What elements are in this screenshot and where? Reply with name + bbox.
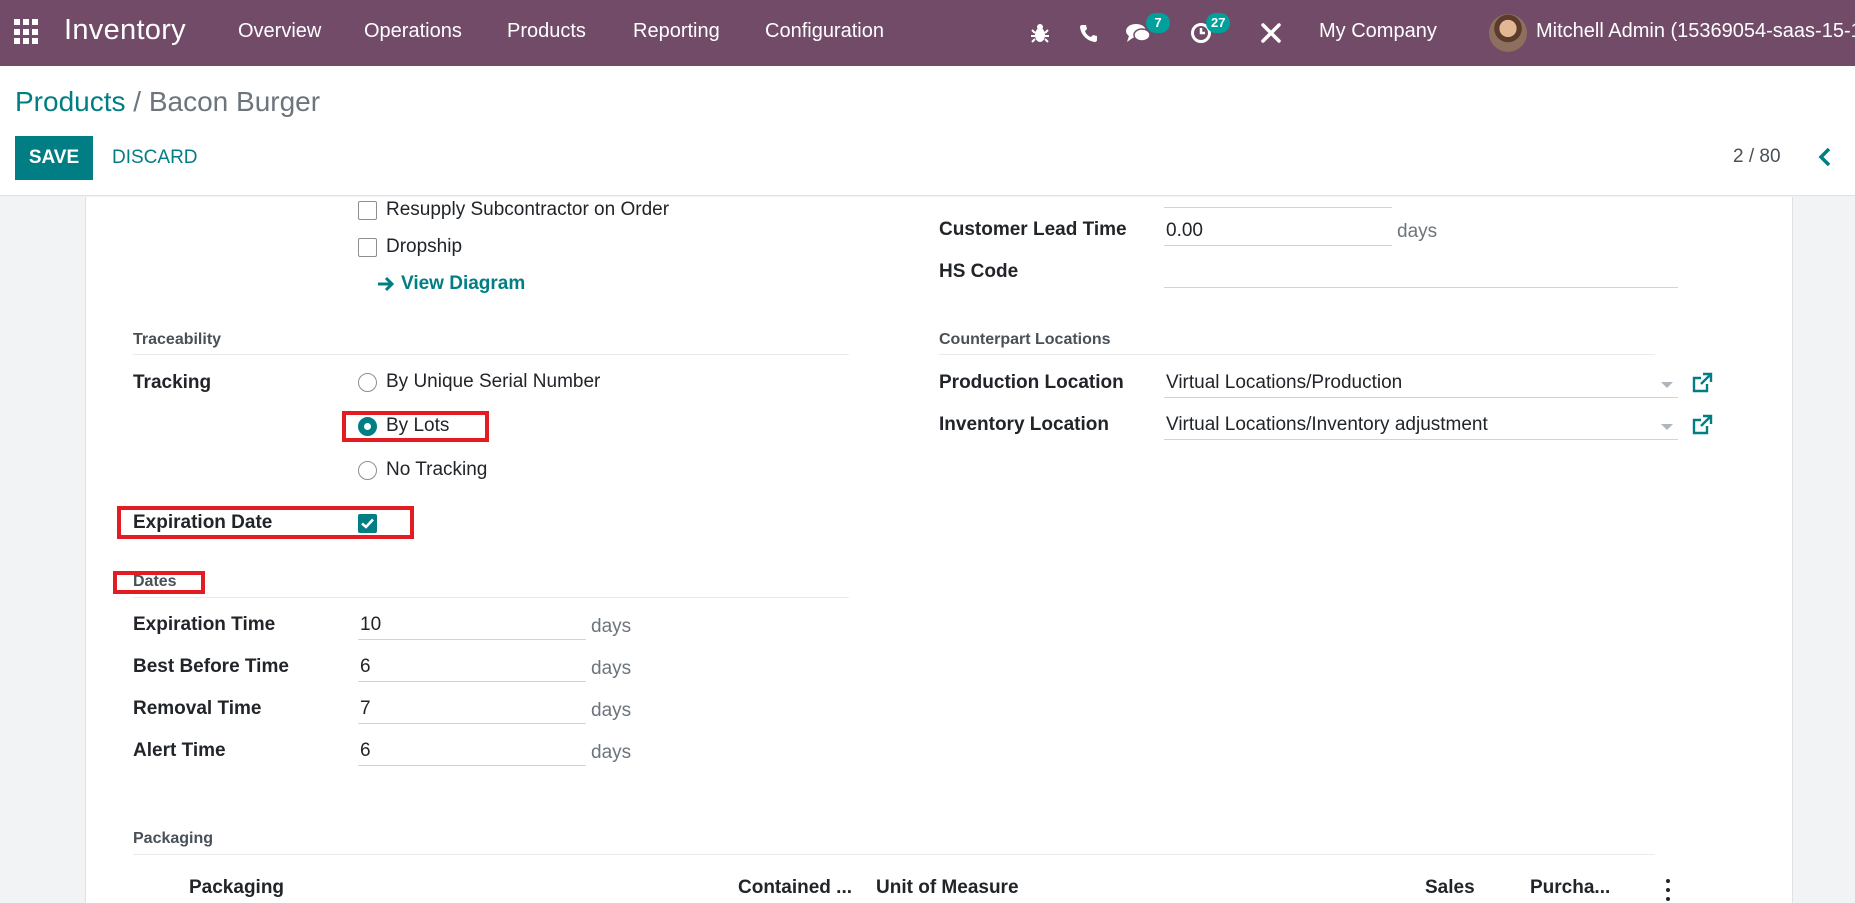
customer-lead-time-unit: days [1397, 221, 1438, 242]
contained-column-header[interactable]: Contained ... [738, 877, 852, 899]
menu-operations[interactable]: Operations [364, 20, 462, 43]
menu-overview[interactable]: Overview [238, 20, 321, 43]
alert-time-unit: days [591, 742, 632, 763]
inventory-dropdown-icon[interactable] [1661, 424, 1673, 430]
dropship-label[interactable]: Dropship [386, 236, 462, 258]
inventory-location-label: Inventory Location [939, 414, 1109, 435]
production-dropdown-icon[interactable] [1661, 382, 1673, 388]
save-button[interactable]: SAVE [15, 136, 93, 180]
menu-reporting[interactable]: Reporting [633, 20, 720, 43]
removal-time-input[interactable]: 7 [358, 690, 586, 724]
by-lots-highlight [342, 411, 489, 442]
messages-badge: 7 [1146, 13, 1170, 33]
expiration-time-input[interactable]: 10 [358, 606, 586, 640]
counterpart-locations-title: Counterpart Locations [939, 331, 1111, 348]
expiration-time-label: Expiration Time [133, 614, 276, 635]
tracking-label: Tracking [133, 372, 212, 393]
packaging-title: Packaging [133, 830, 214, 847]
breadcrumb-current: Bacon Burger [148, 86, 321, 117]
breadcrumb-separator: / [125, 86, 149, 117]
arrow-right-icon [378, 276, 395, 292]
control-panel: Products / Bacon Burger SAVE DISCARD 2 /… [0, 66, 1855, 196]
packaging-divider [133, 854, 1655, 855]
menu-configuration[interactable]: Configuration [765, 20, 884, 43]
discard-button[interactable]: DISCARD [112, 136, 198, 180]
inventory-external-link-icon[interactable] [1691, 414, 1713, 436]
tracking-serial-radio[interactable] [358, 373, 377, 392]
breadcrumb: Products / Bacon Burger [15, 86, 320, 118]
best-before-time-unit: days [591, 658, 632, 679]
expiration-date-highlight [117, 506, 414, 539]
tracking-serial-label[interactable]: By Unique Serial Number [386, 371, 600, 393]
alert-time-label: Alert Time [133, 740, 226, 761]
packaging-column-header[interactable]: Packaging [189, 877, 284, 899]
tracking-none-label[interactable]: No Tracking [386, 459, 487, 481]
production-external-link-icon[interactable] [1691, 372, 1713, 394]
view-diagram-link[interactable]: View Diagram [377, 273, 525, 295]
best-before-time-input[interactable]: 6 [358, 648, 586, 682]
removal-time-unit: days [591, 700, 632, 721]
sales-column-header[interactable]: Sales [1425, 877, 1475, 899]
dates-divider [133, 597, 849, 598]
resupply-subcontractor-checkbox[interactable] [358, 201, 377, 220]
partial-input-underline [1164, 207, 1392, 208]
dates-highlight [113, 571, 205, 594]
hs-code-input[interactable] [1164, 254, 1678, 288]
debug-bug-icon[interactable] [1027, 20, 1053, 46]
hs-code-label: HS Code [939, 261, 1019, 282]
tools-icon[interactable] [1258, 20, 1284, 46]
top-navbar: Inventory Overview Operations Products R… [0, 0, 1855, 66]
alert-time-input[interactable]: 6 [358, 732, 586, 766]
purchase-column-header[interactable]: Purcha... [1530, 877, 1610, 899]
company-switcher[interactable]: My Company [1319, 20, 1437, 43]
menu-products[interactable]: Products [507, 20, 586, 43]
customer-lead-time-label: Customer Lead Time [939, 219, 1127, 240]
traceability-title: Traceability [133, 331, 222, 348]
user-avatar[interactable] [1489, 14, 1527, 52]
pager-previous-icon[interactable] [1815, 144, 1835, 170]
best-before-time-label: Best Before Time [133, 656, 289, 677]
view-diagram-label: View Diagram [401, 273, 526, 294]
form-sheet: Resupply Subcontractor on Order Dropship… [85, 197, 1793, 903]
expiration-time-unit: days [591, 616, 632, 637]
resupply-subcontractor-label[interactable]: Resupply Subcontractor on Order [386, 199, 669, 221]
traceability-divider [133, 354, 849, 355]
apps-menu-icon[interactable] [14, 19, 40, 45]
pager-value[interactable]: 2 / 80 [1733, 146, 1781, 168]
tracking-none-radio[interactable] [358, 461, 377, 480]
app-name[interactable]: Inventory [64, 14, 186, 47]
uom-column-header[interactable]: Unit of Measure [876, 877, 1019, 899]
counterpart-divider [939, 354, 1655, 355]
production-location-select[interactable]: Virtual Locations/Production [1164, 364, 1678, 398]
activities-badge: 27 [1206, 13, 1231, 33]
optional-columns-icon[interactable] [1665, 879, 1671, 901]
removal-time-label: Removal Time [133, 698, 262, 719]
phone-icon[interactable] [1075, 20, 1101, 46]
dropship-checkbox[interactable] [358, 238, 377, 257]
user-menu[interactable]: Mitchell Admin (15369054-saas-15-1 [1536, 20, 1855, 43]
inventory-location-select[interactable]: Virtual Locations/Inventory adjustment [1164, 406, 1678, 440]
breadcrumb-products-link[interactable]: Products [15, 86, 126, 117]
customer-lead-time-input[interactable]: 0.00 [1164, 212, 1392, 246]
production-location-label: Production Location [939, 372, 1124, 393]
